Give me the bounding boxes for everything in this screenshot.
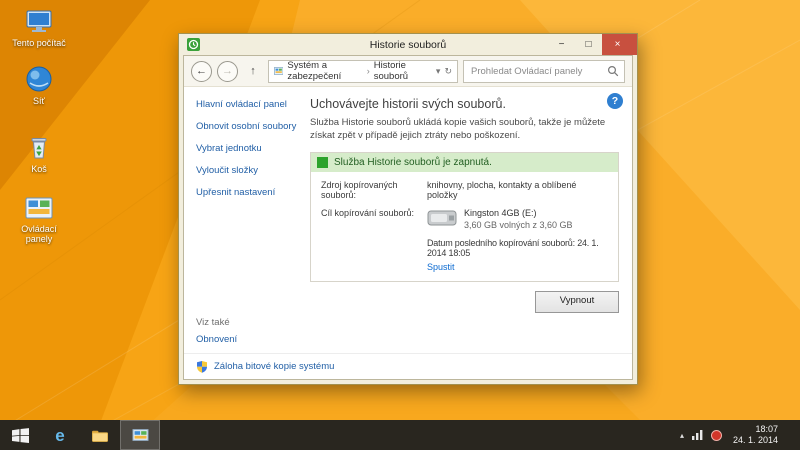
file-history-window: Historie souborů − □ × ← → ↑ — [178, 33, 638, 385]
breadcrumb-dropdown-icon[interactable]: ▾ — [436, 66, 441, 77]
sidebar-item-exclude-folders[interactable]: Vyloučit složky — [196, 165, 310, 176]
taskbar-item-internet-explorer[interactable]: e — [40, 420, 80, 450]
source-label: Zdroj kopírovaných souborů: — [321, 180, 427, 200]
sidebar-item-recovery[interactable]: Obnovení — [196, 334, 237, 345]
recycle-bin-icon — [25, 134, 53, 162]
uac-shield-icon — [196, 360, 208, 374]
desktop-icon-control-panel[interactable]: Ovládací panely — [8, 196, 70, 245]
page-title: Uchovávejte historii svých souborů. — [310, 97, 619, 111]
sidebar-item-control-panel-home[interactable]: Hlavní ovládací panel — [196, 99, 310, 110]
status-banner: Služba Historie souborů je zapnutá. — [311, 153, 618, 172]
usb-drive-icon — [427, 208, 457, 228]
drive-free-space: 3,60 GB volných z 3,60 GB — [464, 220, 573, 230]
desktop-icon-label: Koš — [31, 164, 47, 174]
up-button[interactable]: ↑ — [243, 61, 263, 81]
desktop-icon-label: Ovládací panely — [8, 224, 70, 245]
search-input[interactable] — [469, 65, 607, 78]
navigation-bar: ← → ↑ Systém a zabezpečení › Historie so… — [184, 56, 632, 87]
taskbar-clock[interactable]: 18:07 24. 1. 2014 — [730, 424, 781, 447]
breadcrumb: Systém a zabezpečení › Historie souborů … — [268, 60, 458, 83]
run-now-link[interactable]: Spustit — [311, 258, 618, 281]
last-copy-date: Datum posledního kopírování souborů: 24.… — [311, 230, 618, 258]
target-row: Cíl kopírování souborů: Kingston 4GB (E:… — [311, 200, 618, 230]
control-panel-icon — [24, 196, 54, 222]
system-image-backup-link[interactable]: Záloha bitové kopie systému — [214, 361, 334, 372]
this-pc-icon — [23, 8, 55, 36]
clock-date: 24. 1. 2014 — [733, 435, 778, 446]
refresh-icon[interactable]: ↻ — [444, 66, 452, 77]
status-text: Služba Historie souborů je zapnutá. — [334, 157, 492, 168]
file-explorer-icon — [91, 428, 109, 443]
search-icon[interactable] — [607, 65, 619, 77]
desktop-icon-recycle-bin[interactable]: Koš — [8, 134, 70, 174]
search-box — [463, 60, 625, 83]
sidebar-item-select-drive[interactable]: Vybrat jednotku — [196, 143, 310, 154]
see-also-heading: Viz také — [196, 317, 237, 328]
desktop-icon-network[interactable]: Síť — [8, 64, 70, 106]
page-description: Služba Historie souborů ukládá kopie vaš… — [310, 116, 619, 143]
window-content: ? Hlavní ovládací panel Obnovit osobní s… — [184, 87, 632, 379]
sidebar-item-advanced-settings[interactable]: Upřesnit nastavení — [196, 187, 310, 198]
windows-logo-icon — [12, 428, 29, 443]
title-bar[interactable]: Historie souborů − □ × — [183, 34, 633, 55]
desktop-icon-label: Tento počítač — [12, 38, 66, 48]
network-icon — [24, 64, 54, 94]
tray-hidden-icons-chevron-icon[interactable]: ▴ — [680, 431, 684, 440]
turn-off-button[interactable]: Vypnout — [535, 291, 619, 313]
back-button[interactable]: ← — [191, 61, 212, 82]
maximize-button[interactable]: □ — [575, 34, 602, 55]
status-box: Služba Historie souborů je zapnutá. Zdro… — [310, 152, 619, 282]
desktop: Tento počítač Síť Koš Ovládací panely — [0, 0, 800, 450]
breadcrumb-location-icon — [274, 65, 283, 77]
bottom-strip: Záloha bitové kopie systému — [184, 353, 632, 379]
desktop-icon-this-pc[interactable]: Tento počítač — [8, 8, 70, 48]
task-pane: Hlavní ovládací panel Obnovit osobní sou… — [184, 87, 310, 353]
sidebar-item-restore-files[interactable]: Obnovit osobní soubory — [196, 121, 310, 132]
main-panel: Uchovávejte historii svých souborů. Služ… — [310, 97, 619, 313]
source-value: knihovny, plocha, kontakty a oblíbené po… — [427, 180, 608, 200]
status-on-icon — [317, 157, 328, 168]
system-tray: ▴ 18:07 24. 1. 2014 — [680, 420, 800, 450]
caption-buttons: − □ × — [548, 34, 633, 55]
desktop-icon-label: Síť — [33, 96, 45, 106]
tray-network-icon[interactable] — [692, 430, 703, 440]
drive-info: Kingston 4GB (E:) 3,60 GB volných z 3,60… — [464, 208, 573, 230]
minimize-button[interactable]: − — [548, 34, 575, 55]
drive-name: Kingston 4GB (E:) — [464, 208, 573, 218]
target-drive: Kingston 4GB (E:) 3,60 GB volných z 3,60… — [427, 208, 608, 230]
tray-antivirus-icon[interactable] — [711, 430, 722, 441]
breadcrumb-root[interactable]: Systém a zabezpečení — [287, 60, 362, 82]
taskbar: e ▴ 18: — [0, 420, 800, 450]
breadcrumb-current[interactable]: Historie souborů — [374, 60, 428, 82]
window-body: ← → ↑ Systém a zabezpečení › Historie so… — [183, 55, 633, 380]
forward-button[interactable]: → — [217, 61, 238, 82]
breadcrumb-separator: › — [367, 66, 370, 76]
taskbar-item-file-explorer[interactable] — [80, 420, 120, 450]
button-row: Vypnout — [310, 290, 619, 313]
source-row: Zdroj kopírovaných souborů: knihovny, pl… — [311, 172, 618, 200]
clock-time: 18:07 — [733, 424, 778, 435]
see-also-section: Viz také Obnovení — [196, 317, 237, 345]
taskbar-item-control-panel[interactable] — [120, 420, 160, 450]
start-button[interactable] — [0, 420, 40, 450]
internet-explorer-icon: e — [55, 427, 64, 444]
close-button[interactable]: × — [602, 34, 637, 55]
file-history-app-icon — [187, 38, 200, 51]
target-label: Cíl kopírování souborů: — [321, 208, 427, 230]
control-panel-taskbar-icon — [132, 428, 149, 442]
